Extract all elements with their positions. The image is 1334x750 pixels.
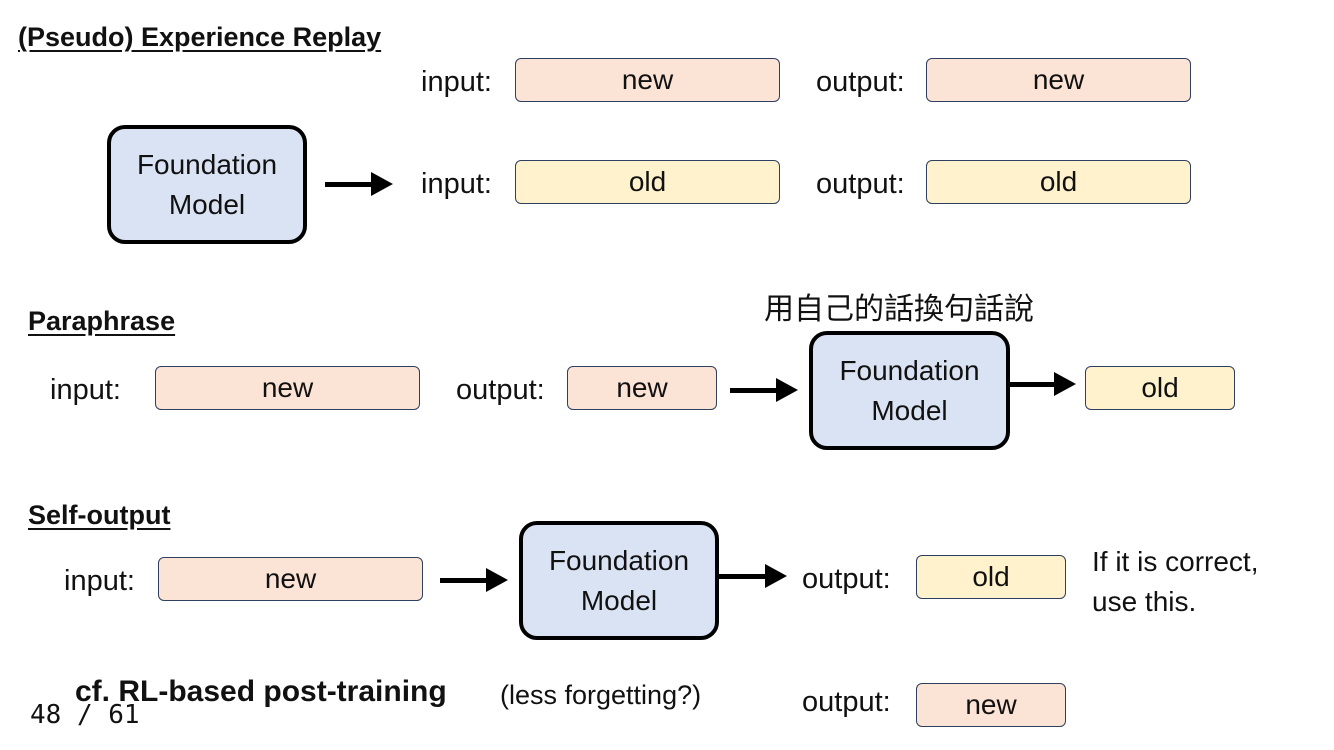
paraphrase-result-value: old xyxy=(1141,372,1179,403)
self-output-foundation-model: Foundation Model xyxy=(519,521,719,640)
self-output-output-label: output: xyxy=(802,563,891,595)
rl-output-box: new xyxy=(916,683,1066,727)
paraphrase-arrow-out-icon xyxy=(1010,372,1076,396)
self-output-input-value: new xyxy=(264,563,317,594)
rl-subtitle: (less forgetting?) xyxy=(500,680,702,710)
replay-row1-output-label: output: xyxy=(816,66,905,98)
self-output-input-box: new xyxy=(158,557,423,601)
replay-row1-output-value: new xyxy=(1032,64,1085,95)
paraphrase-arrow-in-icon xyxy=(730,378,798,402)
page-indicator: 48 / 61 xyxy=(30,700,140,730)
replay-row2-output-box: old xyxy=(926,160,1191,204)
replay-row1-input-value: new xyxy=(621,64,674,95)
replay-row2-input-label: input: xyxy=(421,168,492,200)
replay-row2-output-label: output: xyxy=(816,168,905,200)
self-output-title: Self-output xyxy=(28,500,171,530)
replay-row1-input-label: input: xyxy=(421,66,492,98)
replay-row1-input-box: new xyxy=(515,58,780,102)
self-output-arrow-in-icon xyxy=(440,568,508,592)
rl-output-label: output: xyxy=(802,686,891,718)
paraphrase-title: Paraphrase xyxy=(28,306,176,336)
paraphrase-input-label: input: xyxy=(50,374,121,406)
self-output-arrow-out-icon xyxy=(719,564,787,588)
paraphrase-output-box: new xyxy=(567,366,717,410)
paraphrase-input-value: new xyxy=(261,372,314,403)
paraphrase-output-value: new xyxy=(616,372,668,403)
paraphrase-output-label: output: xyxy=(456,374,545,406)
replay-row2-output-value: old xyxy=(1039,166,1078,197)
experience-replay-title: (Pseudo) Experience Replay xyxy=(18,22,382,52)
paraphrase-result-box: old xyxy=(1085,366,1235,410)
replay-foundation-model: Foundation Model xyxy=(107,125,307,244)
paraphrase-foundation-model: Foundation Model xyxy=(809,331,1010,450)
self-output-output-value: old xyxy=(972,561,1010,592)
replay-row2-input-value: old xyxy=(628,166,667,197)
replay-row2-input-box: old xyxy=(515,160,780,204)
paraphrase-input-box: new xyxy=(155,366,420,410)
self-output-note: If it is correct, use this. xyxy=(1092,546,1259,617)
paraphrase-annotation: 用自己的話換句話說 xyxy=(764,292,1034,327)
self-output-output-box: old xyxy=(916,555,1066,599)
replay-arrow-icon xyxy=(325,172,393,196)
rl-output-value: new xyxy=(965,689,1017,720)
replay-row1-output-box: new xyxy=(926,58,1191,102)
self-output-input-label: input: xyxy=(64,565,135,597)
